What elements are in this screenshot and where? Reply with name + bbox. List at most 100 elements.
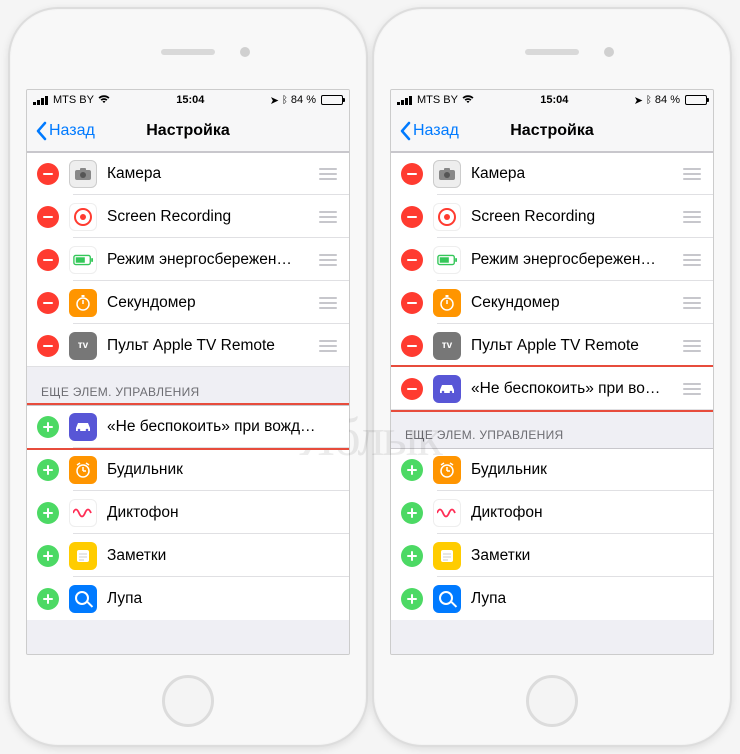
drag-handle-icon[interactable] xyxy=(317,297,339,309)
back-button[interactable]: Назад xyxy=(399,121,459,141)
home-button[interactable] xyxy=(526,675,578,727)
row-label: Диктофон xyxy=(471,504,703,522)
drag-handle-icon[interactable] xyxy=(681,211,703,223)
remove-icon[interactable] xyxy=(401,292,423,314)
speaker-slit xyxy=(525,49,579,55)
row-screen-recording[interactable]: Screen Recording xyxy=(391,195,713,238)
row-screen-recording[interactable]: Screen Recording xyxy=(27,195,349,238)
apple-tv-icon: ᴛᴠ xyxy=(69,332,97,360)
voice-memo-icon xyxy=(69,499,97,527)
drag-handle-icon[interactable] xyxy=(317,340,339,352)
apple-tv-icon: ᴛᴠ xyxy=(433,332,461,360)
camera-icon xyxy=(69,160,97,188)
status-time: 15:04 xyxy=(540,94,568,106)
status-time: 15:04 xyxy=(176,94,204,106)
back-button[interactable]: Назад xyxy=(35,121,95,141)
carrier-label: MTS BY xyxy=(417,94,458,106)
add-icon[interactable] xyxy=(37,588,59,610)
voice-memo-icon xyxy=(433,499,461,527)
row-dnd-driving[interactable]: «Не беспокоить» при вожд… xyxy=(27,405,349,448)
add-icon[interactable] xyxy=(401,545,423,567)
battery-text: 84 % xyxy=(291,94,316,106)
row-voice-memo[interactable]: Диктофон xyxy=(391,491,713,534)
drag-handle-icon[interactable] xyxy=(681,297,703,309)
alarm-icon xyxy=(433,456,461,484)
back-label: Назад xyxy=(413,122,459,140)
remove-icon[interactable] xyxy=(37,249,59,271)
row-label: Камера xyxy=(471,165,681,183)
drag-handle-icon[interactable] xyxy=(681,383,703,395)
stopwatch-icon xyxy=(69,289,97,317)
row-label: Пульт Apple TV Remote xyxy=(107,337,317,355)
location-icon: ➤ xyxy=(634,94,643,107)
row-label: Будильник xyxy=(471,461,703,479)
row-camera[interactable]: Камера xyxy=(391,152,713,195)
row-magnifier[interactable]: Лупа xyxy=(27,577,349,620)
drag-handle-icon[interactable] xyxy=(681,254,703,266)
location-icon: ➤ xyxy=(270,94,279,107)
remove-icon[interactable] xyxy=(401,206,423,228)
battery-icon xyxy=(321,95,343,105)
row-label: Пульт Apple TV Remote xyxy=(471,337,681,355)
row-stopwatch[interactable]: Секундомер xyxy=(391,281,713,324)
remove-icon[interactable] xyxy=(401,249,423,271)
row-dnd-driving[interactable]: «Не беспокоить» при во… xyxy=(391,367,713,410)
car-icon xyxy=(69,413,97,441)
remove-icon[interactable] xyxy=(401,335,423,357)
front-camera xyxy=(240,47,250,57)
remove-icon[interactable] xyxy=(37,206,59,228)
remove-icon[interactable] xyxy=(37,335,59,357)
wifi-icon xyxy=(97,93,111,107)
add-icon[interactable] xyxy=(401,459,423,481)
row-alarm[interactable]: Будильник xyxy=(391,448,713,491)
phone-right: MTS BY 15:04 ➤ ᛒ 84 % Назад Настройка xyxy=(372,7,732,747)
row-stopwatch[interactable]: Секундомер xyxy=(27,281,349,324)
stopwatch-icon xyxy=(433,289,461,317)
add-icon[interactable] xyxy=(37,416,59,438)
magnifier-icon xyxy=(433,585,461,613)
row-label: Screen Recording xyxy=(107,208,317,226)
nav-bar: Назад Настройка xyxy=(391,110,713,152)
phone-left: MTS BY 15:04 ➤ ᛒ 84 % Назад Настройка xyxy=(8,7,368,747)
drag-handle-icon[interactable] xyxy=(681,340,703,352)
back-label: Назад xyxy=(49,122,95,140)
drag-handle-icon[interactable] xyxy=(681,168,703,180)
row-label: Режим энергосбережен… xyxy=(471,251,681,269)
list-area[interactable]: Камера Screen Recording Режим энергосбер… xyxy=(391,152,713,654)
row-magnifier[interactable]: Лупа xyxy=(391,577,713,620)
row-voice-memo[interactable]: Диктофон xyxy=(27,491,349,534)
row-low-power[interactable]: Режим энергосбережен… xyxy=(391,238,713,281)
remove-icon[interactable] xyxy=(401,378,423,400)
row-camera[interactable]: Камера xyxy=(27,152,349,195)
camera-icon xyxy=(433,160,461,188)
screen-left: MTS BY 15:04 ➤ ᛒ 84 % Назад Настройка xyxy=(26,89,350,655)
section-header-more: ЕЩЕ ЭЛЕМ. УПРАВЛЕНИЯ xyxy=(27,367,349,405)
row-low-power[interactable]: Режим энергосбережен… xyxy=(27,238,349,281)
row-label: Заметки xyxy=(107,547,339,565)
list-area[interactable]: Камера Screen Recording Режим энергосбер… xyxy=(27,152,349,654)
row-label: «Не беспокоить» при во… xyxy=(471,380,681,398)
remove-icon[interactable] xyxy=(401,163,423,185)
add-icon[interactable] xyxy=(401,502,423,524)
wifi-icon xyxy=(461,93,475,107)
notes-icon xyxy=(69,542,97,570)
add-icon[interactable] xyxy=(37,459,59,481)
notes-icon xyxy=(433,542,461,570)
row-notes[interactable]: Заметки xyxy=(27,534,349,577)
home-button[interactable] xyxy=(162,675,214,727)
chevron-left-icon xyxy=(399,121,411,141)
add-icon[interactable] xyxy=(401,588,423,610)
add-icon[interactable] xyxy=(37,502,59,524)
screen-recording-icon xyxy=(69,203,97,231)
add-icon[interactable] xyxy=(37,545,59,567)
low-power-icon xyxy=(69,246,97,274)
row-notes[interactable]: Заметки xyxy=(391,534,713,577)
row-apple-tv[interactable]: ᴛᴠ Пульт Apple TV Remote xyxy=(27,324,349,367)
drag-handle-icon[interactable] xyxy=(317,168,339,180)
remove-icon[interactable] xyxy=(37,292,59,314)
row-alarm[interactable]: Будильник xyxy=(27,448,349,491)
remove-icon[interactable] xyxy=(37,163,59,185)
drag-handle-icon[interactable] xyxy=(317,211,339,223)
row-apple-tv[interactable]: ᴛᴠ Пульт Apple TV Remote xyxy=(391,324,713,367)
drag-handle-icon[interactable] xyxy=(317,254,339,266)
